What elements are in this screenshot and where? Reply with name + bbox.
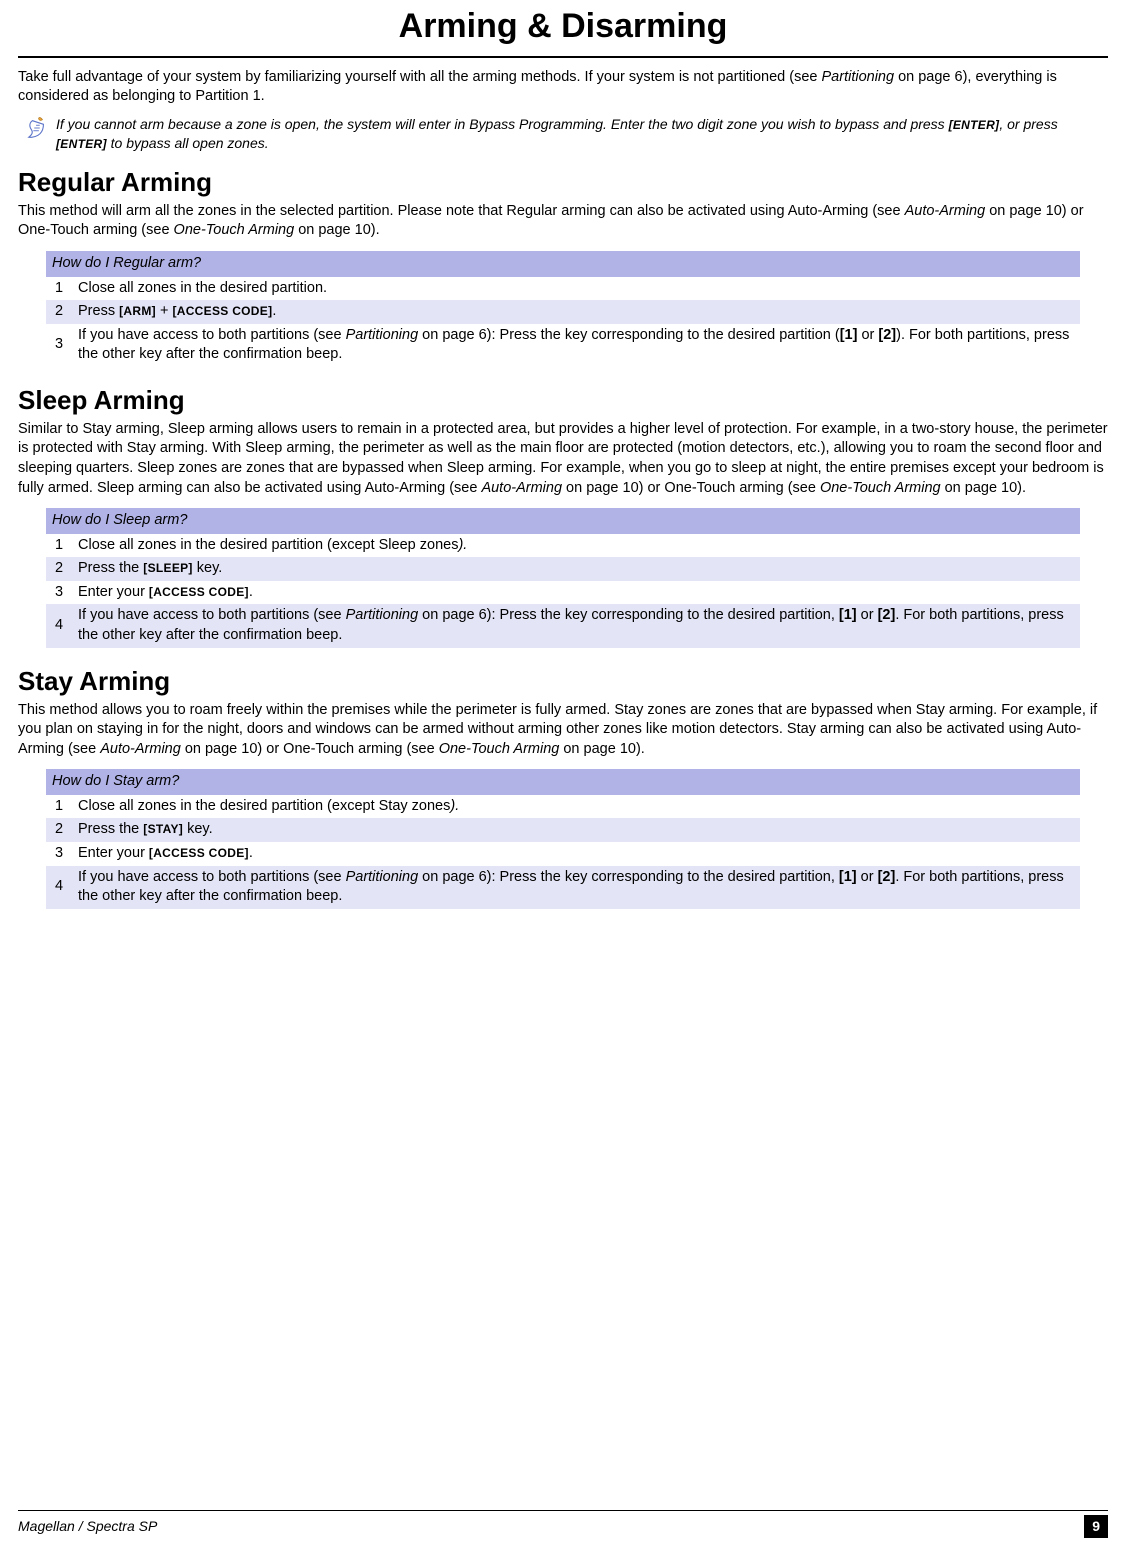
table-row: 4If you have access to both partitions (… (46, 866, 1080, 909)
intro-paragraph: Take full advantage of your system by fa… (18, 68, 1108, 107)
sleep-arm-steps: How do I Sleep arm? 1Close all zones in … (46, 508, 1080, 647)
note-key1: [ENTER] (949, 116, 1000, 132)
stay-arming-heading: Stay Arming (18, 664, 1108, 699)
sleep-arming-body: Similar to Stay arming, Sleep arming all… (18, 420, 1108, 498)
table-row: 2Press the [SLEEP] key. (46, 557, 1080, 581)
table-row: 3Enter your [ACCESS CODE]. (46, 581, 1080, 605)
sa-b: on page 10) or One-Touch arming (see (562, 480, 820, 496)
note-t3: to bypass all open zones. (107, 135, 269, 151)
step-text: Press the [STAY] key. (72, 818, 1080, 842)
table-row: 2Press the [STAY] key. (46, 818, 1080, 842)
step-text: Press the [SLEEP] key. (72, 557, 1080, 581)
regular-arming-body: This method will arm all the zones in th… (18, 202, 1108, 241)
footer-page-number: 9 (1084, 1515, 1108, 1538)
ra-ref2: One-Touch Arming (174, 222, 295, 238)
table-row: 4If you have access to both partitions (… (46, 604, 1080, 647)
ra-a: This method will arm all the zones in th… (18, 203, 905, 219)
ra-c: on page 10). (294, 222, 379, 238)
table-row: 1Close all zones in the desired partitio… (46, 534, 1080, 558)
step-num: 4 (46, 866, 72, 909)
st-b: on page 10) or One-Touch arming (see (181, 741, 439, 757)
sleep-table-header: How do I Sleep arm? (46, 508, 1080, 534)
step-text: If you have access to both partitions (s… (72, 604, 1080, 647)
step-num: 2 (46, 818, 72, 842)
step-num: 2 (46, 300, 72, 324)
note-key2: [ENTER] (56, 135, 107, 151)
st-ref2: One-Touch Arming (439, 741, 560, 757)
table-row: 1Close all zones in the desired partitio… (46, 277, 1080, 301)
st-ref1: Auto-Arming (100, 741, 181, 757)
sa-c: on page 10). (941, 480, 1026, 496)
intro-ref: Partitioning (822, 69, 895, 85)
stay-table-header: How do I Stay arm? (46, 769, 1080, 795)
regular-arming-heading: Regular Arming (18, 165, 1108, 200)
bypass-note: If you cannot arm because a zone is open… (26, 115, 1108, 153)
stay-arming-body: This method allows you to roam freely wi… (18, 701, 1108, 760)
table-row: 3If you have access to both partitions (… (46, 324, 1080, 367)
page-title: Arming & Disarming (18, 0, 1108, 58)
table-row: 2Press [ARM] + [ACCESS CODE]. (46, 300, 1080, 324)
footer-product: Magellan / Spectra SP (18, 1517, 157, 1536)
note-t2: , or press (999, 116, 1057, 132)
note-text: If you cannot arm because a zone is open… (56, 115, 1108, 153)
step-text: Enter your [ACCESS CODE]. (72, 842, 1080, 866)
sa-ref1: Auto-Arming (481, 480, 562, 496)
step-text: Close all zones in the desired partition… (72, 534, 1080, 558)
table-row: 1Close all zones in the desired partitio… (46, 795, 1080, 819)
sa-ref2: One-Touch Arming (820, 480, 941, 496)
st-c: on page 10). (559, 741, 644, 757)
note-icon (26, 115, 48, 141)
table-row: 3Enter your [ACCESS CODE]. (46, 842, 1080, 866)
step-num: 1 (46, 534, 72, 558)
intro-text-a: Take full advantage of your system by fa… (18, 69, 822, 85)
page-footer: Magellan / Spectra SP 9 (18, 1510, 1108, 1538)
step-text: Close all zones in the desired partition… (72, 277, 1080, 301)
step-num: 1 (46, 795, 72, 819)
step-num: 4 (46, 604, 72, 647)
step-text: Press [ARM] + [ACCESS CODE]. (72, 300, 1080, 324)
note-t1: If you cannot arm because a zone is open… (56, 116, 949, 132)
step-num: 3 (46, 581, 72, 605)
regular-table-header: How do I Regular arm? (46, 251, 1080, 277)
stay-arm-steps: How do I Stay arm? 1Close all zones in t… (46, 769, 1080, 908)
sleep-arming-heading: Sleep Arming (18, 383, 1108, 418)
step-text: If you have access to both partitions (s… (72, 324, 1080, 367)
step-text: If you have access to both partitions (s… (72, 866, 1080, 909)
step-text: Close all zones in the desired partition… (72, 795, 1080, 819)
step-text: Enter your [ACCESS CODE]. (72, 581, 1080, 605)
step-num: 2 (46, 557, 72, 581)
step-num: 3 (46, 842, 72, 866)
ra-ref1: Auto-Arming (905, 203, 986, 219)
step-num: 1 (46, 277, 72, 301)
step-num: 3 (46, 324, 72, 367)
regular-arm-steps: How do I Regular arm? 1Close all zones i… (46, 251, 1080, 367)
